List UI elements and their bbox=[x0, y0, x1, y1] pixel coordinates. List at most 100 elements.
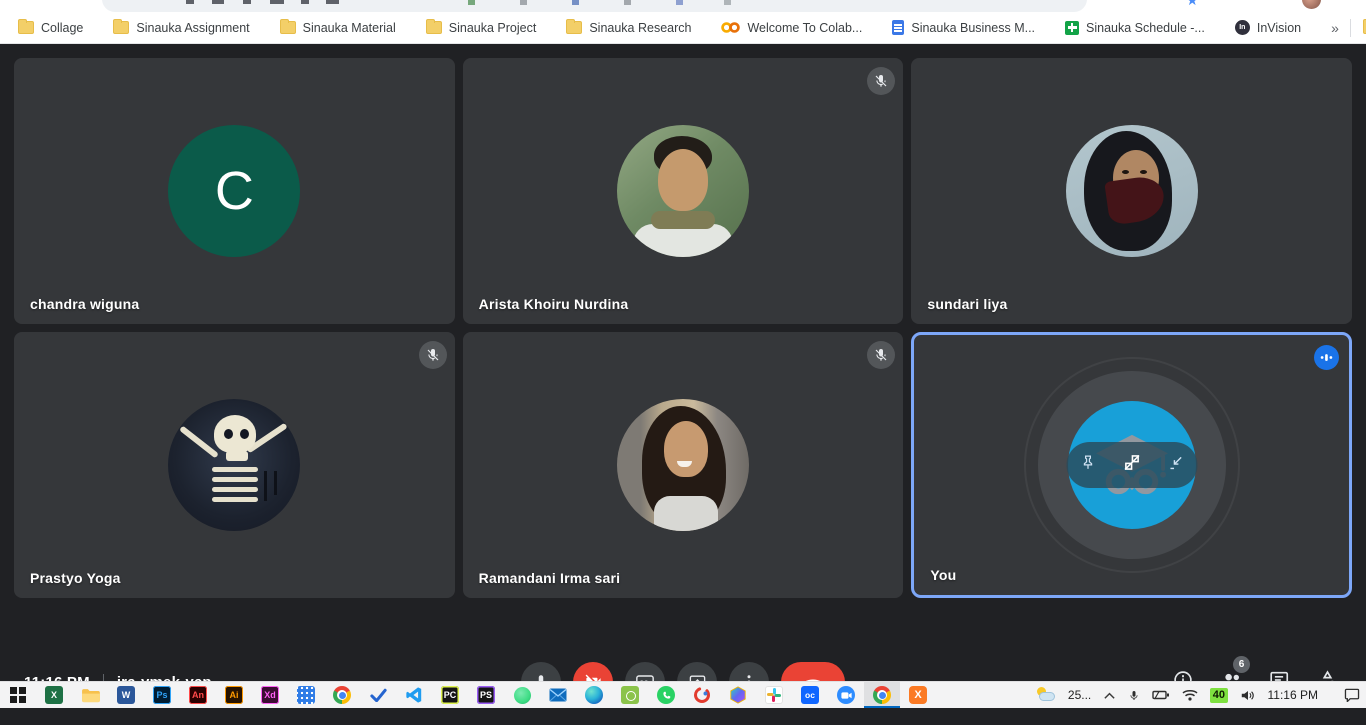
bookmark-sinauka-schedule[interactable]: Sinauka Schedule -... bbox=[1065, 21, 1205, 35]
bookmark-label: Sinauka Research bbox=[589, 21, 691, 35]
tray-battery-icon[interactable] bbox=[1152, 689, 1170, 701]
excel-icon: X bbox=[45, 686, 63, 704]
taskbar-opencanvas[interactable]: oc bbox=[792, 682, 828, 708]
taskbar-zoom[interactable] bbox=[828, 682, 864, 708]
tray-microphone-icon[interactable] bbox=[1128, 688, 1140, 703]
google-sheet-icon bbox=[1065, 21, 1079, 35]
avatar-initial-letter: C bbox=[215, 160, 254, 222]
system-tray: 25... 40 bbox=[1036, 687, 1366, 703]
taskbar-clock[interactable]: 11:16 PM bbox=[1268, 688, 1318, 702]
bookmark-invision[interactable]: In InVision bbox=[1235, 20, 1301, 35]
opencanvas-icon: oc bbox=[801, 686, 819, 704]
bookmark-sinauka-material[interactable]: Sinauka Material bbox=[280, 21, 396, 35]
folder-icon bbox=[280, 21, 296, 34]
taskbar-red-swirl-app[interactable] bbox=[684, 682, 720, 708]
chrome-icon bbox=[873, 686, 891, 704]
taskbar-todo[interactable] bbox=[360, 682, 396, 708]
bookmark-star-icon[interactable]: ★ bbox=[1186, 0, 1202, 7]
remove-tile-button[interactable] bbox=[1121, 452, 1142, 478]
hexagon-app-icon bbox=[729, 686, 747, 704]
taskbar-edge[interactable] bbox=[576, 682, 612, 708]
extension-icon-fragment bbox=[468, 0, 475, 5]
google-meet-stage: C chandra wiguna Arista Khoiru Nurdina bbox=[0, 44, 1366, 681]
avatar-photo bbox=[168, 399, 300, 531]
red-swirl-icon bbox=[693, 686, 711, 704]
bookmark-sinauka-research[interactable]: Sinauka Research bbox=[566, 21, 691, 35]
taskbar-chrome[interactable] bbox=[324, 682, 360, 708]
taskbar-whatsapp[interactable] bbox=[648, 682, 684, 708]
bookmark-sinauka-project[interactable]: Sinauka Project bbox=[426, 21, 537, 35]
bookmark-label: Sinauka Project bbox=[449, 21, 537, 35]
participant-tile-ramandani[interactable]: Ramandani Irma sari bbox=[463, 332, 904, 598]
profile-avatar-fragment[interactable] bbox=[1302, 0, 1321, 9]
participant-name: You bbox=[930, 567, 956, 583]
taskbar-illustrator[interactable]: Ai bbox=[216, 682, 252, 708]
bookmark-welcome-to-colab[interactable]: Welcome To Colab... bbox=[721, 21, 862, 35]
taskbar-pycharm[interactable]: PC bbox=[432, 682, 468, 708]
taskbar-mail[interactable] bbox=[540, 682, 576, 708]
taskbar-vscode[interactable] bbox=[396, 682, 432, 708]
illustrator-icon: Ai bbox=[225, 686, 243, 704]
tile-hover-actions bbox=[1066, 442, 1197, 488]
pin-button[interactable] bbox=[1078, 453, 1097, 477]
bookmarks-bar: Collage Sinauka Assignment Sinauka Mater… bbox=[0, 12, 1366, 44]
participant-tile-sundari[interactable]: sundari liya bbox=[911, 58, 1352, 324]
extension-icon-fragment bbox=[724, 0, 731, 5]
action-center-icon[interactable] bbox=[1344, 688, 1360, 702]
url-text-fragment bbox=[243, 0, 251, 4]
taskbar-hexagon-app[interactable] bbox=[720, 682, 756, 708]
tray-speaker-icon[interactable] bbox=[1240, 689, 1256, 702]
windows-taskbar: X W Ps An Ai Xd bbox=[0, 681, 1366, 708]
url-text-fragment bbox=[186, 0, 194, 4]
taskbar-photoshop[interactable]: Ps bbox=[144, 682, 180, 708]
participant-name: Ramandani Irma sari bbox=[479, 570, 621, 586]
invision-icon: In bbox=[1235, 20, 1250, 35]
minimize-button[interactable] bbox=[1166, 453, 1185, 477]
taskbar-word[interactable]: W bbox=[108, 682, 144, 708]
bookmark-sinauka-assignment[interactable]: Sinauka Assignment bbox=[113, 21, 249, 35]
bookmarks-overflow-chevron[interactable]: » bbox=[1331, 20, 1338, 36]
participant-tile-chandra-wiguna[interactable]: C chandra wiguna bbox=[14, 58, 455, 324]
mic-muted-icon bbox=[867, 341, 895, 369]
word-icon: W bbox=[117, 686, 135, 704]
android-emulator-icon bbox=[514, 687, 531, 704]
bookmark-label: Sinauka Schedule -... bbox=[1086, 21, 1205, 35]
taskbar-phpstorm[interactable]: PS bbox=[468, 682, 504, 708]
avatar-photo bbox=[617, 399, 749, 531]
folder-icon bbox=[566, 21, 582, 34]
bookmark-label: Sinauka Business M... bbox=[911, 21, 1035, 35]
taskbar-excel[interactable]: X bbox=[36, 682, 72, 708]
tray-wifi-icon[interactable] bbox=[1182, 689, 1198, 701]
start-button[interactable] bbox=[0, 682, 36, 708]
taskbar-camera-app[interactable] bbox=[612, 682, 648, 708]
pycharm-icon: PC bbox=[441, 686, 459, 704]
taskbar-file-explorer[interactable] bbox=[72, 682, 108, 708]
mic-muted-icon bbox=[419, 341, 447, 369]
edge-icon bbox=[585, 686, 603, 704]
taskbar-android-emulator[interactable] bbox=[504, 682, 540, 708]
taskbar-animate[interactable]: An bbox=[180, 682, 216, 708]
extension-icon-fragment bbox=[624, 0, 631, 5]
tray-chevron-up-icon[interactable] bbox=[1103, 691, 1116, 700]
bookmark-label: Sinauka Assignment bbox=[136, 21, 249, 35]
slack-icon bbox=[765, 686, 783, 704]
phpstorm-icon: PS bbox=[477, 686, 495, 704]
extension-icon-fragment bbox=[572, 0, 579, 5]
taskbar-calendar[interactable] bbox=[288, 682, 324, 708]
temperature-label[interactable]: 25... bbox=[1068, 688, 1091, 702]
taskbar-slack[interactable] bbox=[756, 682, 792, 708]
taskbar-chrome-active[interactable] bbox=[864, 682, 900, 708]
xampp-icon: X bbox=[909, 686, 927, 704]
weather-icon[interactable] bbox=[1036, 687, 1056, 703]
participant-tile-you[interactable]: You bbox=[911, 332, 1352, 598]
bookmark-sinauka-business[interactable]: Sinauka Business M... bbox=[892, 20, 1035, 35]
vscode-icon bbox=[405, 686, 423, 704]
participant-grid: C chandra wiguna Arista Khoiru Nurdina bbox=[14, 58, 1352, 598]
participant-tile-arista[interactable]: Arista Khoiru Nurdina bbox=[463, 58, 904, 324]
taskbar-adobe-xd[interactable]: Xd bbox=[252, 682, 288, 708]
google-doc-icon bbox=[892, 20, 904, 35]
taskbar-xampp[interactable]: X bbox=[900, 682, 936, 708]
battery-percent-badge[interactable]: 40 bbox=[1210, 688, 1227, 703]
bookmark-collage[interactable]: Collage bbox=[18, 21, 83, 35]
participant-tile-prastyo[interactable]: Prastyo Yoga bbox=[14, 332, 455, 598]
